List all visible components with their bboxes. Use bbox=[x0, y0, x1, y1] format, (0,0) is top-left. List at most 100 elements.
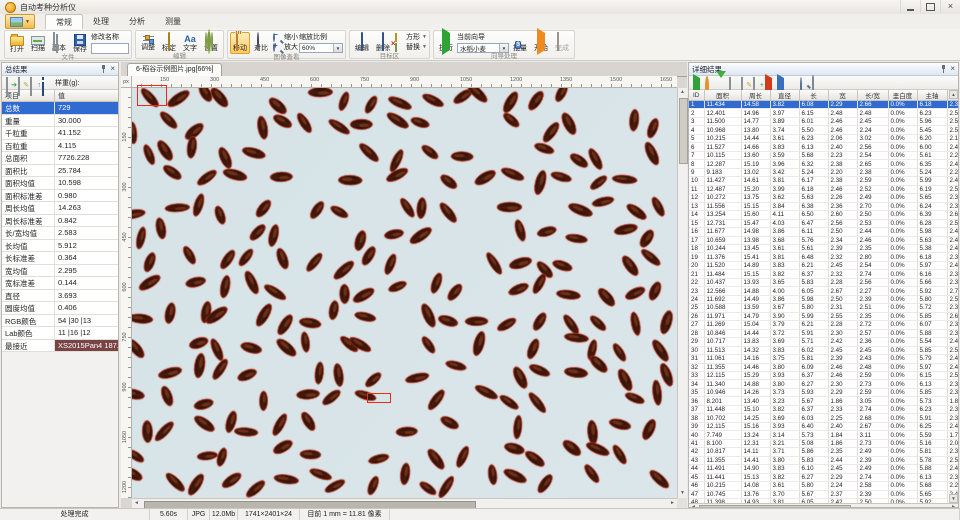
stats-row[interactable]: 周长标准差0.842 bbox=[2, 215, 118, 228]
app-menu-button[interactable]: ▼ bbox=[5, 14, 35, 29]
save-result-icon[interactable]: ↑ bbox=[30, 77, 32, 96]
adjust-button[interactable]: 调整 bbox=[138, 32, 158, 53]
detail-row[interactable]: 710.11513.603.595.682.232.540.0%5.612.29… bbox=[689, 151, 958, 159]
copy-button[interactable]: 副本 bbox=[49, 32, 69, 54]
detail-row[interactable]: 4210.81714.113.715.862.352.490.0%5.812.3… bbox=[689, 448, 958, 456]
close-icon[interactable]: × bbox=[110, 65, 115, 73]
ribbon-tab[interactable]: 测量 bbox=[155, 14, 191, 29]
detail-row[interactable]: 2510.58813.593.675.802.312.510.0%5.722.3… bbox=[689, 304, 958, 312]
column-header[interactable]: ID bbox=[689, 90, 704, 101]
detail-row[interactable]: 2312.56614.884.006.052.672.270.0%5.922.7… bbox=[689, 287, 958, 295]
detail-row[interactable]: 2111.48415.153.826.372.322.740.0%6.162.3… bbox=[689, 270, 958, 278]
detail-row[interactable]: 2810.84614.443.725.912.302.570.0%5.882.3… bbox=[689, 329, 958, 337]
detail-row[interactable]: 3912.11515.163.936.402.402.670.0%6.252.4… bbox=[689, 422, 958, 430]
stats-row[interactable]: 宽标准差0.144 bbox=[2, 277, 118, 290]
detail-row[interactable]: 407.74913.243.145.731.843.110.0%5.591.76… bbox=[689, 431, 958, 439]
column-header[interactable]: 面积 bbox=[704, 90, 741, 101]
export-result-icon[interactable]: ➔ bbox=[6, 77, 8, 96]
scan-button[interactable]: 扫描 bbox=[28, 32, 48, 54]
detail-row[interactable]: 3711.44815.103.826.372.332.740.0%6.232.3… bbox=[689, 405, 958, 413]
start-button[interactable]: 开始 bbox=[531, 32, 551, 53]
vertical-scrollbar[interactable]: ▲ ▼ bbox=[677, 88, 687, 498]
stats-row[interactable]: 总数729 bbox=[2, 102, 118, 115]
stats-row[interactable]: 直径3.693 bbox=[2, 290, 118, 303]
stats-row[interactable]: 圆度均值0.406 bbox=[2, 302, 118, 315]
detail-row[interactable]: 3810.70214.253.696.032.252.680.0%5.912.3… bbox=[689, 414, 958, 422]
target-edit-button[interactable]: 编辑 bbox=[352, 32, 372, 53]
specimen-image-canvas[interactable] bbox=[132, 88, 677, 498]
scroll-right-icon[interactable]: ► bbox=[668, 499, 677, 508]
column-header[interactable]: 长/宽 bbox=[857, 90, 888, 101]
stats-row[interactable]: 面积均值10.598 bbox=[2, 177, 118, 190]
stats-row[interactable]: 长/宽均值2.583 bbox=[2, 227, 118, 240]
run-button[interactable]: 执行 bbox=[436, 32, 456, 53]
detail-row[interactable]: 1611.67714.983.866.112.502.440.0%5.982.4… bbox=[689, 228, 958, 236]
detail-row[interactable]: 1810.24413.453.615.612.392.350.0%5.382.4… bbox=[689, 244, 958, 252]
detail-row[interactable]: 1311.55615.153.846.382.362.700.0%6.242.3… bbox=[689, 202, 958, 210]
detail-row[interactable]: 2011.52014.893.836.212.452.540.0%5.972.4… bbox=[689, 261, 958, 269]
detail-row[interactable]: 311.50014.773.896.012.462.450.0%5.962.54… bbox=[689, 117, 958, 125]
scroll-down-icon[interactable]: ▼ bbox=[678, 489, 687, 498]
table-scroll-up[interactable]: ▲ bbox=[949, 90, 958, 99]
text-button[interactable]: Aa文字 bbox=[180, 32, 200, 53]
column-header[interactable]: 周长 bbox=[741, 90, 770, 101]
detail-row[interactable]: 99.18313.023.425.242.202.380.0%5.242.232… bbox=[689, 168, 958, 176]
batch-button[interactable]: 3批量 bbox=[510, 32, 530, 53]
target-delete-button[interactable]: 删除 bbox=[373, 32, 393, 53]
detail-row[interactable]: 368.20113.403.235.671.863.050.0%5.731.82… bbox=[689, 397, 958, 405]
stats-row[interactable]: 最接近XS2015Pan4 187... bbox=[2, 340, 118, 353]
column-header[interactable]: 长 bbox=[799, 90, 828, 101]
detail-row[interactable]: 2210.43713.933.655.832.282.560.0%5.662.3… bbox=[689, 278, 958, 286]
pin-icon[interactable] bbox=[940, 65, 947, 73]
finish-button[interactable]: 完成 bbox=[552, 32, 572, 53]
replace-button[interactable]: 替换▼ bbox=[394, 43, 427, 52]
stats-row[interactable]: 总面积7726.228 bbox=[2, 152, 118, 165]
document-tab[interactable]: 6-稻谷示例图片.jpg[66%] bbox=[127, 63, 222, 76]
detail-row[interactable]: 3111.06114.163.755.812.392.430.0%5.792.4… bbox=[689, 355, 958, 363]
scroll-up-icon[interactable]: ▲ bbox=[678, 88, 687, 97]
stats-row[interactable]: 周长均值14.263 bbox=[2, 202, 118, 215]
square-shape-button[interactable]: 方形▼ bbox=[394, 33, 427, 42]
detail-row[interactable]: 1911.37615.413.816.482.322.800.0%6.182.3… bbox=[689, 253, 958, 261]
column-header[interactable]: 直径 bbox=[770, 90, 799, 101]
column-header[interactable]: 主轴 bbox=[917, 90, 947, 101]
detail-row[interactable]: 3312.11515.293.936.372.462.590.0%6.152.5… bbox=[689, 372, 958, 380]
report-icon[interactable] bbox=[42, 77, 44, 96]
detail-row[interactable]: 111.43414.583.826.082.292.660.0%6.182.36… bbox=[689, 101, 958, 109]
detail-row[interactable]: 2711.26915.043.796.212.282.720.0%6.072.3… bbox=[689, 321, 958, 329]
minimize-button[interactable] bbox=[900, 0, 920, 13]
detail-row[interactable]: 611.52714.663.836.132.402.560.0%6.002.45… bbox=[689, 143, 958, 151]
column-header[interactable]: 宽 bbox=[828, 90, 857, 101]
calibrate-button[interactable]: 标定 bbox=[159, 32, 179, 53]
zoom-in-button[interactable]: 放大 bbox=[272, 43, 298, 52]
detail-row[interactable]: 4710.74513.763.705.672.372.390.0%5.652.4… bbox=[689, 490, 958, 498]
close-button[interactable]: × bbox=[940, 0, 960, 13]
move-tool-button[interactable]: 移动 bbox=[230, 32, 250, 54]
detail-row[interactable]: 1413.25415.604.116.502.602.500.0%6.392.6… bbox=[689, 211, 958, 219]
detail-row[interactable]: 1710.65913.983.685.762.342.460.0%5.632.4… bbox=[689, 236, 958, 244]
stats-row[interactable]: 千粒重41.152 bbox=[2, 127, 118, 140]
stats-row[interactable]: 长标准差0.364 bbox=[2, 252, 118, 265]
detail-row[interactable]: 4311.35514.413.805.832.442.390.0%5.782.5… bbox=[689, 456, 958, 464]
detail-row[interactable]: 510.21514.443.616.232.063.020.0%6.202.10… bbox=[689, 134, 958, 142]
wizard-select[interactable]: 水稻小麦▼ bbox=[457, 43, 509, 53]
stats-row[interactable]: Lab颜色11 |16 |12 bbox=[2, 327, 118, 340]
maximize-button[interactable] bbox=[920, 0, 940, 13]
stats-row[interactable]: 重量30.000 bbox=[2, 115, 118, 128]
stats-row[interactable]: 面积比25.784 bbox=[2, 165, 118, 178]
stats-row[interactable]: 长均值5.912 bbox=[2, 240, 118, 253]
open-button[interactable]: 打开 bbox=[7, 32, 27, 54]
table-scroll-down[interactable]: ▼ bbox=[949, 494, 958, 503]
detail-row[interactable]: 418.10012.313.215.081.862.730.0%5.162.00… bbox=[689, 439, 958, 447]
detail-row[interactable]: 1112.48715.203.996.182.462.520.0%6.192.5… bbox=[689, 185, 958, 193]
detail-row[interactable]: 3211.35514.463.806.092.462.480.0%5.972.4… bbox=[689, 363, 958, 371]
detail-row[interactable]: 4411.49114.903.836.102.452.490.0%5.882.4… bbox=[689, 465, 958, 473]
stats-row[interactable]: 百粒重4.115 bbox=[2, 140, 118, 153]
rename-input[interactable] bbox=[91, 43, 129, 54]
detail-row[interactable]: 1011.42714.613.816.172.382.590.0%5.992.4… bbox=[689, 177, 958, 185]
close-icon[interactable]: × bbox=[950, 65, 955, 73]
stats-row[interactable]: RGB颜色54 |30 |13 bbox=[2, 315, 118, 328]
detail-row[interactable]: 4610.21514.083.615.802.242.580.0%5.682.2… bbox=[689, 482, 958, 490]
detail-row[interactable]: 3510.94614.263.735.932.292.590.0%5.852.3… bbox=[689, 388, 958, 396]
contrast-button[interactable]: 对比 bbox=[251, 32, 271, 54]
